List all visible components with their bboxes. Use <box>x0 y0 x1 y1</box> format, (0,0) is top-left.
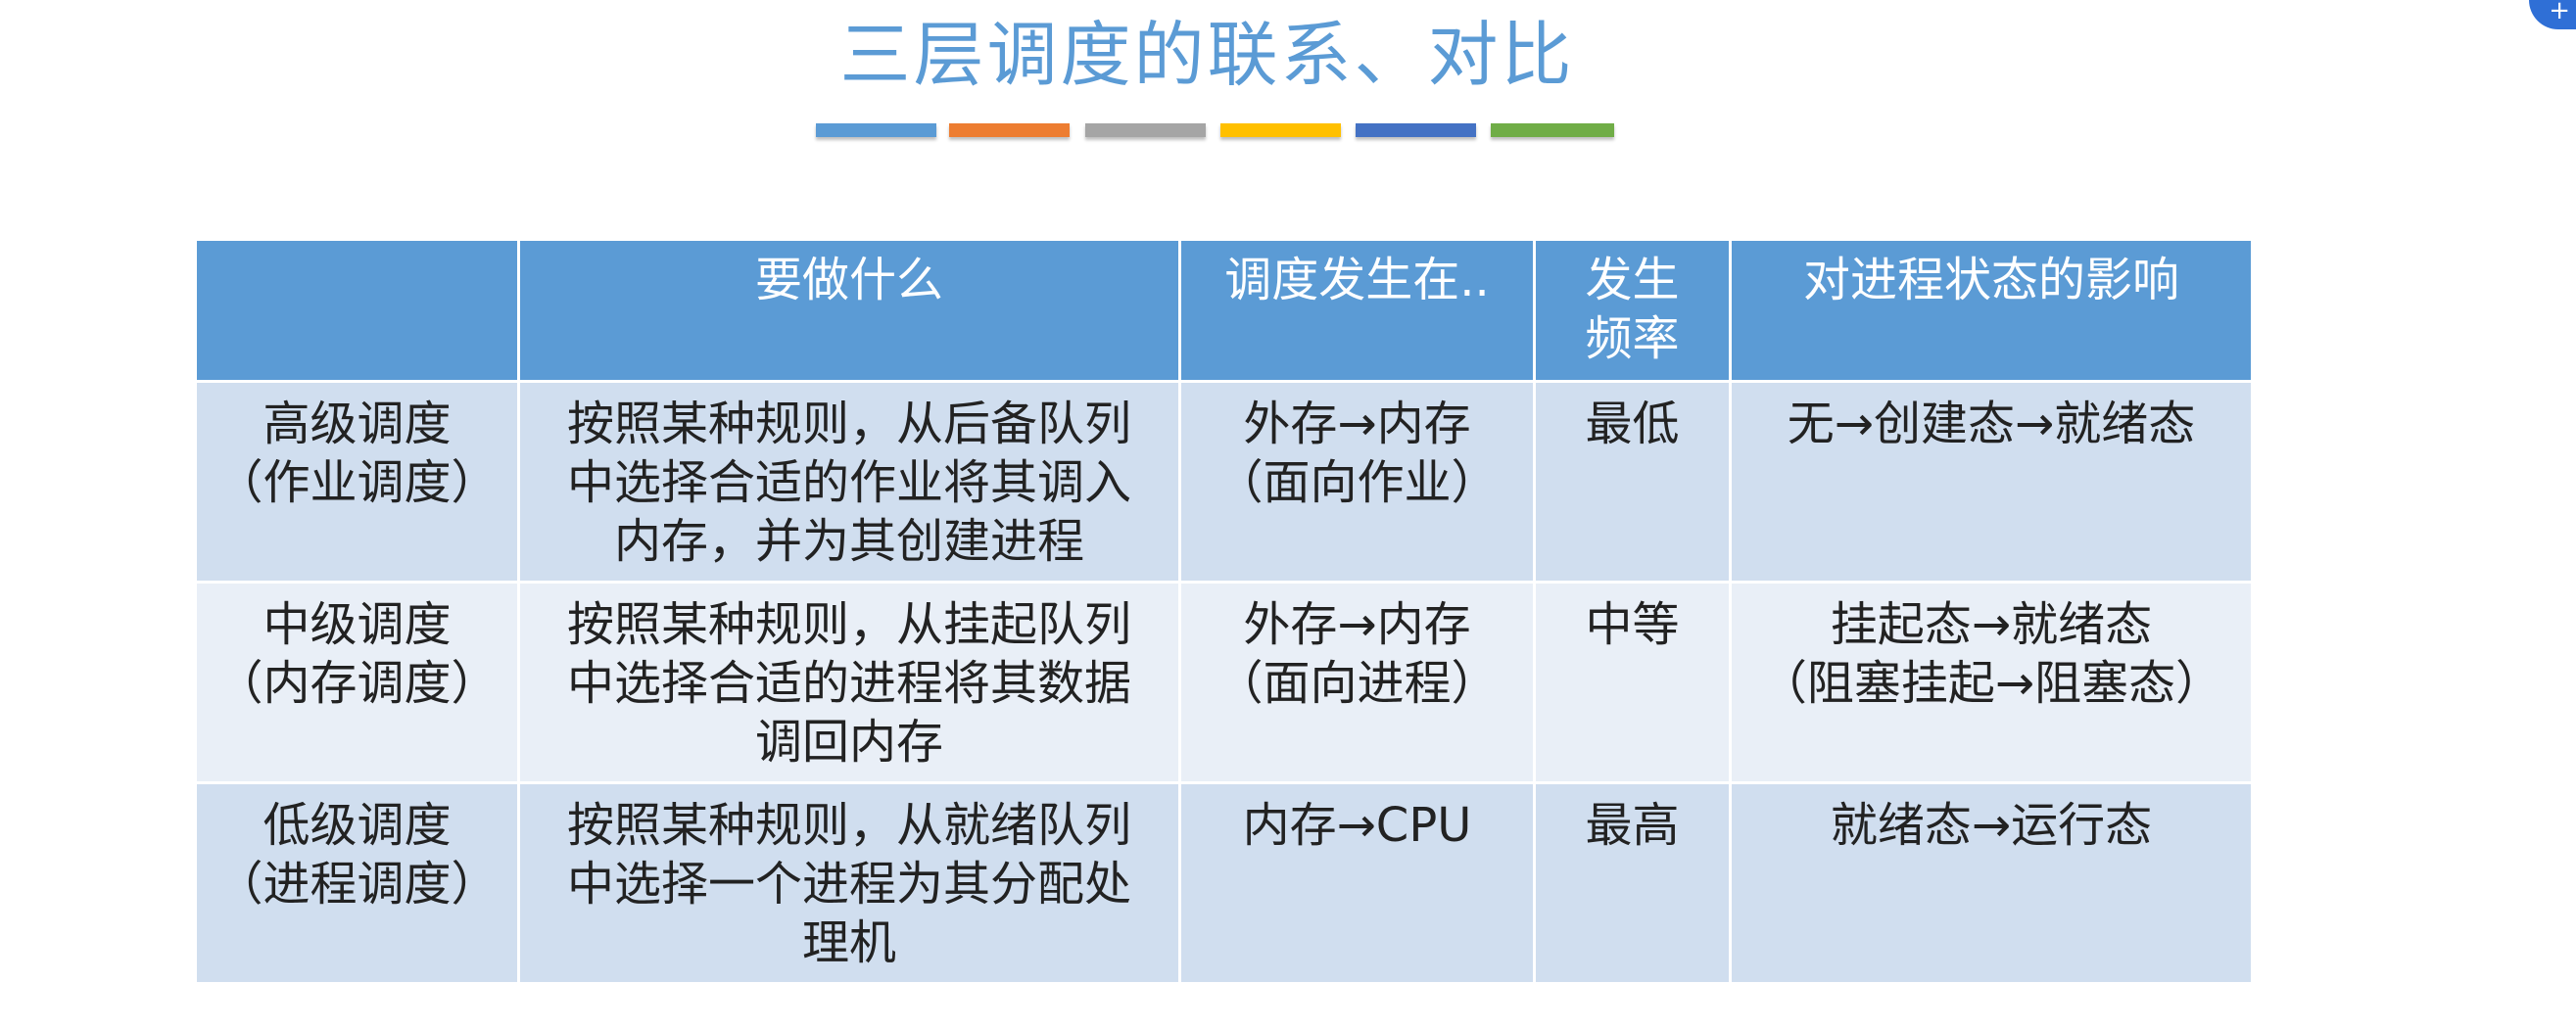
row-effect: 就绪态→运行态 <box>1729 781 2254 985</box>
row-frequency: 最低 <box>1533 380 1732 584</box>
row-task: 按照某种规则，从后备队列中选择合适的作业将其调入内存，并为其创建进程 <box>517 380 1181 584</box>
row-where: 外存→内存 （面向作业） <box>1178 380 1536 584</box>
header-frequency: 发生频率 <box>1533 238 1732 383</box>
row-effect: 挂起态→就绪态 （阻塞挂起→阻塞态） <box>1729 581 2254 784</box>
row-task: 按照某种规则，从就绪队列中选择一个进程为其分配处理机 <box>517 781 1181 985</box>
accent-bar-green <box>1491 123 1614 137</box>
row-name: 低级调度 （进程调度） <box>194 781 520 985</box>
slide: + 三层调度的联系、对比 要做什么 调度发生在.. 发生频率 对进程状态的影响 … <box>0 0 2576 1030</box>
table-row: 高级调度 （作业调度） 按照某种规则，从后备队列中选择合适的作业将其调入内存，并… <box>194 380 2254 584</box>
row-task: 按照某种规则，从挂起队列中选择合适的进程将其数据调回内存 <box>517 581 1181 784</box>
row-effect: 无→创建态→就绪态 <box>1729 380 2254 584</box>
row-frequency: 最高 <box>1533 781 1732 985</box>
accent-bar-orange <box>949 123 1070 137</box>
header-effect: 对进程状态的影响 <box>1729 238 2254 383</box>
accent-bar-gray <box>1085 123 1206 137</box>
corner-badge[interactable]: + <box>2529 0 2576 29</box>
row-where: 内存→CPU <box>1178 781 1536 985</box>
header-task: 要做什么 <box>517 238 1181 383</box>
page-title: 三层调度的联系、对比 <box>839 14 1575 96</box>
row-frequency: 中等 <box>1533 581 1732 784</box>
comparison-table: 要做什么 调度发生在.. 发生频率 对进程状态的影响 高级调度 （作业调度） 按… <box>194 238 2254 985</box>
table-row: 低级调度 （进程调度） 按照某种规则，从就绪队列中选择一个进程为其分配处理机 内… <box>194 781 2254 985</box>
header-empty <box>194 238 520 383</box>
row-name: 中级调度 （内存调度） <box>194 581 520 784</box>
table-row: 中级调度 （内存调度） 按照某种规则，从挂起队列中选择合适的进程将其数据调回内存… <box>194 581 2254 784</box>
accent-bar-blue <box>816 123 936 137</box>
accent-bar-yellow <box>1220 123 1341 137</box>
header-where: 调度发生在.. <box>1178 238 1536 383</box>
table-header-row: 要做什么 调度发生在.. 发生频率 对进程状态的影响 <box>194 238 2254 383</box>
row-name: 高级调度 （作业调度） <box>194 380 520 584</box>
row-where: 外存→内存 （面向进程） <box>1178 581 1536 784</box>
plus-icon: + <box>2549 0 2570 25</box>
accent-bar-darkblue <box>1356 123 1476 137</box>
